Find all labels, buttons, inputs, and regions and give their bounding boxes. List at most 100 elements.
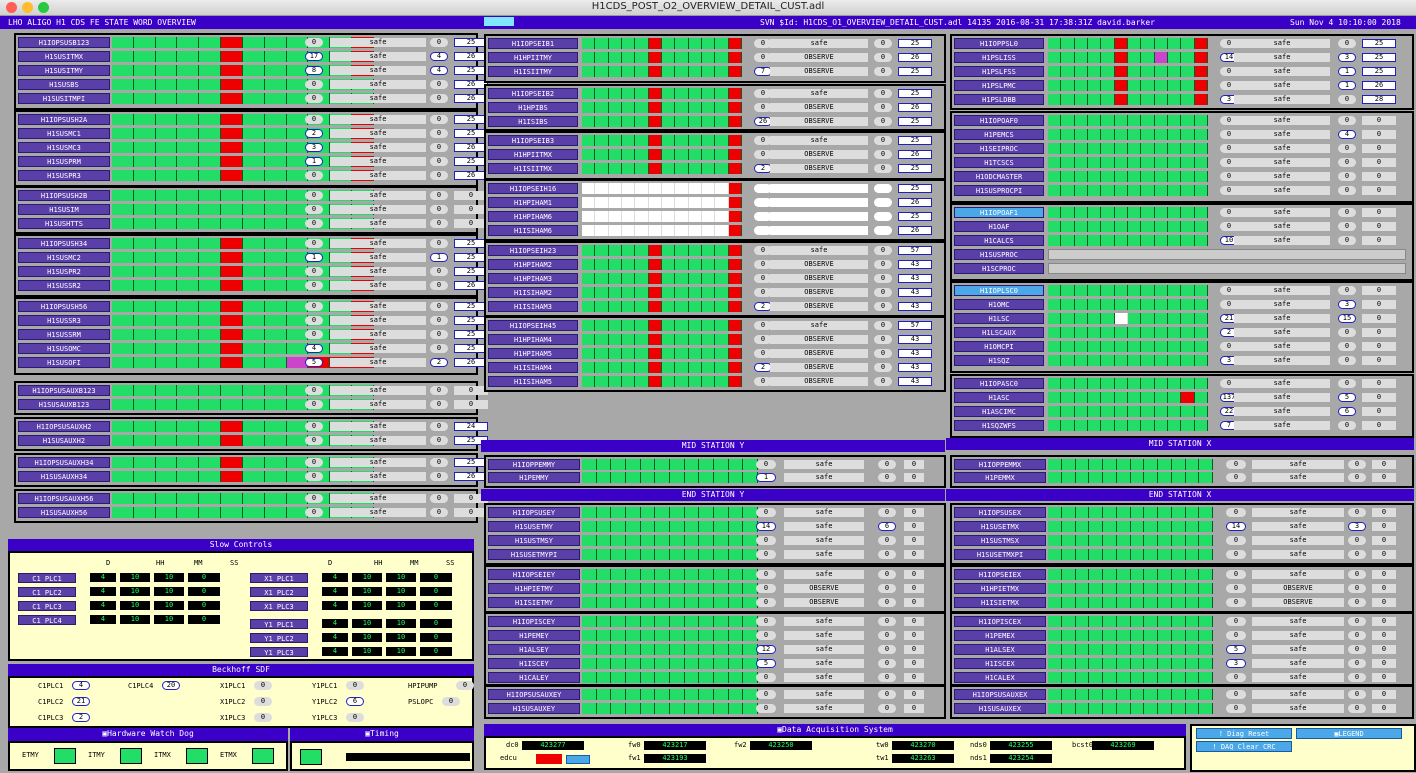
model-name-button[interactable]: H1ISIHAM6 [488,225,578,236]
diff-count[interactable]: 0 [305,94,323,103]
not-monitored-count[interactable]: 0 [1338,286,1356,295]
not-monitored-count[interactable]: 0 [430,80,448,89]
model-name-button[interactable]: H1IOPSUSAUXH56 [18,493,110,504]
legend-button[interactable]: ▣LEGEND [1296,728,1402,739]
cpu-time-value[interactable]: 25 [454,458,488,467]
cpu-time-value[interactable]: 0 [1372,473,1396,482]
diff-count[interactable]: 12 [756,645,776,654]
not-monitored-count[interactable]: 0 [874,164,892,173]
cpu-time-value[interactable]: 0 [1362,342,1396,351]
cpu-time-value[interactable]: 0 [1362,144,1396,153]
model-name-button[interactable]: H1SUSBS [18,79,110,90]
model-name-button[interactable]: H1IOPASC0 [954,378,1044,389]
plc-button[interactable]: Y1 PLC3 [250,647,308,657]
not-monitored-count[interactable]: 0 [1348,473,1366,482]
not-monitored-count[interactable]: 0 [430,94,448,103]
plc-button[interactable]: X1 PLC1 [250,573,308,583]
diff-count[interactable]: 0 [756,598,776,607]
model-name-button[interactable]: H1CALEY [488,672,580,683]
cpu-time-value[interactable]: 0 [1372,598,1396,607]
cpu-time-value[interactable]: 0 [454,386,488,395]
not-monitored-count[interactable]: 0 [430,302,448,311]
model-name-button[interactable]: H1SUSTMSX [954,535,1046,546]
not-monitored-count[interactable]: 0 [1338,116,1356,125]
beckhoff-diff-count[interactable]: 0 [456,681,474,690]
model-name-button[interactable]: H1IOPPEMMX [954,459,1046,470]
model-name-button[interactable]: H1IOPOAF1 [954,207,1044,218]
model-name-button[interactable]: H1SUSTMSY [488,535,580,546]
model-name-button[interactable]: H1SUSAUXEX [954,703,1046,714]
cpu-time-value[interactable]: 0 [1372,631,1396,640]
not-monitored-count[interactable]: 0 [874,260,892,269]
not-monitored-count[interactable]: 0 [430,494,448,503]
cpu-time-value[interactable]: 43 [898,260,932,269]
diff-count[interactable]: 0 [756,631,776,640]
model-name-button[interactable]: H1ODCMASTER [954,171,1044,182]
not-monitored-count[interactable]: 0 [874,246,892,255]
cpu-time-value[interactable]: 0 [1362,421,1396,430]
cpu-time-value[interactable]: 0 [904,536,924,545]
diff-count[interactable]: 0 [305,386,323,395]
cpu-time-value[interactable]: 0 [1362,379,1396,388]
cpu-time-value[interactable]: 26 [898,150,932,159]
model-name-button[interactable]: H1ASC [954,392,1044,403]
diff-count[interactable]: 5 [1226,645,1246,654]
model-name-button[interactable]: H1IOPPEMMY [488,459,580,470]
model-name-button[interactable]: H1HPIHAM4 [488,334,578,345]
model-name-button[interactable]: H1IOPSEIEX [954,569,1046,580]
not-monitored-count[interactable]: 0 [1338,172,1356,181]
cpu-time-value[interactable]: 26 [898,226,932,235]
model-name-button[interactable]: H1SUSSR3 [18,315,110,326]
model-name-button[interactable]: H1IOPOAF0 [954,115,1044,126]
not-monitored-count[interactable]: 0 [1338,379,1356,388]
cpu-time-value[interactable]: 0 [1362,116,1396,125]
cpu-time-value[interactable]: 0 [1362,186,1396,195]
cpu-time-value[interactable]: 26 [454,52,488,61]
diff-count[interactable]: 0 [305,472,323,481]
diff-count[interactable]: 1 [305,157,323,166]
not-monitored-count[interactable]: 0 [1338,208,1356,217]
not-monitored-count[interactable]: 0 [1338,39,1356,48]
model-name-button[interactable]: H1SEIPROC [954,143,1044,154]
plc-button[interactable]: C1 PLC2 [18,587,76,597]
not-monitored-count[interactable]: 0 [430,400,448,409]
not-monitored-count[interactable]: 0 [878,598,896,607]
not-monitored-count[interactable]: 0 [1348,659,1366,668]
diff-count[interactable]: 0 [756,617,776,626]
cpu-time-value[interactable]: 0 [904,570,924,579]
not-monitored-count[interactable]: 0 [1348,690,1366,699]
not-monitored-count[interactable]: 0 [430,205,448,214]
cpu-time-value[interactable]: 0 [904,473,924,482]
model-name-button[interactable]: H1HPIHAM3 [488,273,578,284]
diff-count[interactable]: 0 [305,171,323,180]
not-monitored-count[interactable]: 0 [874,150,892,159]
not-monitored-count[interactable]: 0 [874,377,892,386]
diff-count[interactable]: 0 [305,219,323,228]
not-monitored-count[interactable]: 0 [874,136,892,145]
edcu-button[interactable] [566,755,590,764]
model-name-button[interactable]: H1IOPSEIEY [488,569,580,580]
diff-count[interactable]: 0 [305,436,323,445]
not-monitored-count[interactable]: 0 [874,349,892,358]
model-name-button[interactable]: H1IOPSUSAUXH2 [18,421,110,432]
cpu-time-value[interactable]: 26 [454,472,488,481]
model-name-button[interactable]: H1TCSCS [954,157,1044,168]
not-monitored-count[interactable]: 0 [430,436,448,445]
not-monitored-count[interactable]: 0 [430,344,448,353]
diff-count[interactable]: 0 [1226,690,1246,699]
not-monitored-count[interactable]: 0 [874,321,892,330]
diff-count[interactable]: 0 [305,115,323,124]
cpu-time-value[interactable]: 0 [1372,570,1396,579]
model-name-button[interactable]: H1SUSMC2 [18,252,110,263]
not-monitored-count[interactable]: 0 [1348,673,1366,682]
diff-count[interactable]: 17 [305,52,323,61]
beckhoff-diff-count[interactable]: 0 [254,713,272,722]
not-monitored-count[interactable]: 15 [1338,314,1356,323]
model-name-button[interactable]: H1ISIHAM4 [488,362,578,373]
not-monitored-count[interactable]: 0 [430,267,448,276]
cpu-time-value[interactable]: 0 [1372,704,1396,713]
not-monitored-count[interactable]: 0 [1338,186,1356,195]
not-monitored-count[interactable]: 0 [1348,508,1366,517]
model-name-button[interactable]: H1LSC [954,313,1044,324]
model-name-button[interactable]: H1SUSSR2 [18,280,110,291]
